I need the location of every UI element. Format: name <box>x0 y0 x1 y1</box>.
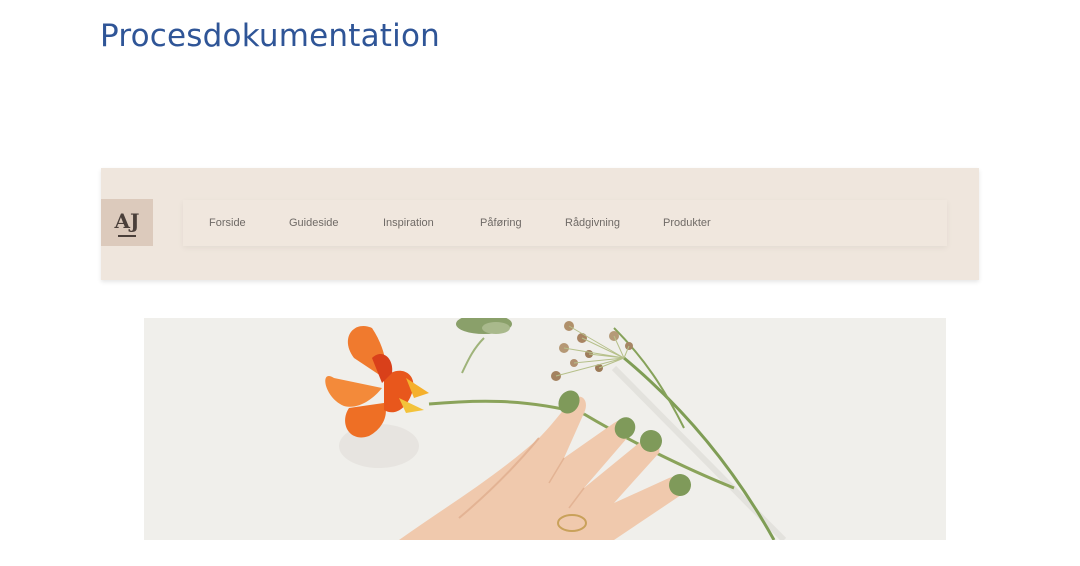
site-header: AJ Forside Guideside Inspiration Påførin… <box>101 168 979 280</box>
nav-item-guideside[interactable]: Guideside <box>289 217 339 229</box>
main-navigation: Forside Guideside Inspiration Påføring R… <box>183 200 947 246</box>
nav-item-inspiration[interactable]: Inspiration <box>383 217 434 229</box>
logo[interactable]: AJ <box>101 199 153 246</box>
nav-item-produkter[interactable]: Produkter <box>663 217 711 229</box>
nav-item-forside[interactable]: Forside <box>209 217 246 229</box>
hero-image <box>144 318 946 540</box>
nav-item-radgivning[interactable]: Rådgivning <box>565 217 620 229</box>
page: Procesdokumentation AJ Forside Guideside… <box>0 0 1080 566</box>
logo-text: AJ <box>114 208 140 233</box>
nav-item-paforing[interactable]: Påføring <box>480 217 522 229</box>
page-title: Procesdokumentation <box>100 18 440 54</box>
hero-illustration <box>144 318 946 540</box>
logo-underline <box>118 234 136 237</box>
